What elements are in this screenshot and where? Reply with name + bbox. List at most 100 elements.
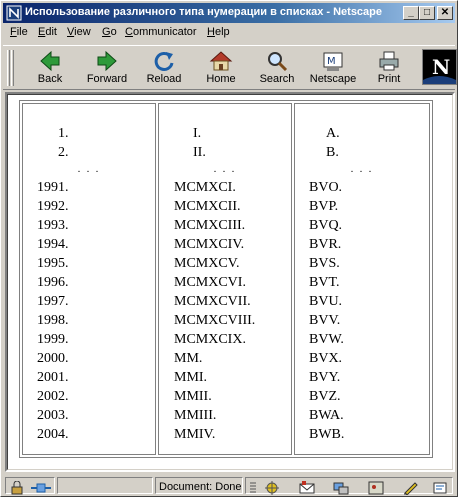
component-bar xyxy=(245,477,453,495)
list-item: I. xyxy=(193,126,202,141)
composer-icon[interactable] xyxy=(403,481,419,495)
menu-view[interactable]: View xyxy=(67,26,91,38)
status-text: Document: Done xyxy=(159,481,242,493)
connection-icon xyxy=(31,483,51,493)
roman-column: I. II. . . . MCMXCI. MCMXCII. MCMXCIII. MCMX… xyxy=(158,103,292,455)
print-label: Print xyxy=(377,73,401,85)
list-item: 2003. xyxy=(37,408,69,423)
alpha-column: A. B. . . . BVO. BVP. BVQ. BVR. BVS. BVT. BVU. B… xyxy=(294,103,430,455)
toolbar-grip[interactable] xyxy=(11,50,14,86)
security-panel xyxy=(5,477,55,495)
list-item: BVR. xyxy=(309,237,342,252)
navigator-icon[interactable] xyxy=(264,481,280,495)
search-button[interactable]: Search xyxy=(253,49,301,89)
menu-go[interactable]: Go xyxy=(102,26,117,38)
ellipsis: . . . xyxy=(77,164,101,175)
list-item: MMI. xyxy=(174,370,208,385)
help-icon[interactable] xyxy=(432,481,448,495)
home-icon xyxy=(209,51,233,71)
menu-file[interactable]: File xyxy=(10,26,28,38)
list-item: MCMXCI. xyxy=(174,180,236,195)
progress-panel xyxy=(57,477,153,494)
minimize-button[interactable]: _ xyxy=(403,6,419,20)
netscape-button[interactable]: M Netscape xyxy=(309,49,357,89)
page-content[interactable]: 1. 2. . . . 1991. 1992. 1993. 1994. 1995. 1996… xyxy=(5,92,455,472)
netscape-app-icon xyxy=(6,5,22,21)
component-bar-grip-icon[interactable] xyxy=(249,481,257,495)
list-item: 1. xyxy=(58,126,69,141)
list-item: 1995. xyxy=(37,256,69,271)
netscape-label: Netscape xyxy=(309,73,357,85)
list-item: BWA. xyxy=(309,408,344,423)
list-item: 2. xyxy=(58,145,69,160)
print-button[interactable]: Print xyxy=(365,49,413,89)
list-item: 2001. xyxy=(37,370,69,385)
address-book-icon[interactable] xyxy=(368,481,384,495)
list-item: II. xyxy=(193,145,206,160)
list-item: 2002. xyxy=(37,389,69,404)
mail-icon[interactable] xyxy=(299,481,315,495)
ellipsis: . . . xyxy=(350,164,374,175)
list-item: BWB. xyxy=(309,427,345,442)
reload-label: Reload xyxy=(146,73,182,85)
list-item: A. xyxy=(326,126,340,141)
list-item: 1994. xyxy=(37,237,69,252)
netscape-guide-icon: M xyxy=(323,52,343,71)
list-item: MCMXCIX. xyxy=(174,332,246,347)
list-item: 1998. xyxy=(37,313,69,328)
back-label: Back xyxy=(37,73,63,85)
list-item: MCMXCV. xyxy=(174,256,240,271)
list-item: MMIV. xyxy=(174,427,216,442)
list-item: MCMXCVII. xyxy=(174,294,251,309)
list-item: MCMXCIII. xyxy=(174,218,246,233)
arabic-column: 1. 2. . . . 1991. 1992. 1993. 1994. 1995. 1996… xyxy=(22,103,156,455)
discussion-icon[interactable] xyxy=(333,481,349,495)
list-item: BVU. xyxy=(309,294,343,309)
menu-bar: File Edit View Go Communicator Help xyxy=(3,24,455,43)
list-item: MCMXCVI. xyxy=(174,275,246,290)
list-item: BVQ. xyxy=(309,218,343,233)
list-item: 1992. xyxy=(37,199,69,214)
menu-edit[interactable]: Edit xyxy=(38,26,57,38)
list-item: BVT. xyxy=(309,275,340,290)
home-button[interactable]: Home xyxy=(197,49,245,89)
search-label: Search xyxy=(259,73,295,85)
status-bar: Document: Done xyxy=(3,475,455,495)
list-item: BVS. xyxy=(309,256,340,271)
forward-arrow-icon xyxy=(97,50,117,72)
printer-icon xyxy=(379,51,399,71)
back-button[interactable]: Back xyxy=(26,49,74,89)
list-item: MCMXCVIII. xyxy=(174,313,256,328)
forward-button[interactable]: Forward xyxy=(83,49,131,89)
status-text-panel: Document: Done xyxy=(155,477,243,494)
netscape-logo[interactable]: N xyxy=(422,49,457,85)
list-item: BVO. xyxy=(309,180,343,195)
close-button[interactable]: ✕ xyxy=(437,6,453,20)
list-item: BVZ. xyxy=(309,389,341,404)
search-icon xyxy=(268,52,288,72)
lock-icon[interactable] xyxy=(9,481,25,495)
list-item: 2000. xyxy=(37,351,69,366)
logo-letter: N xyxy=(432,55,450,79)
list-item: B. xyxy=(326,145,339,160)
list-item: 1996. xyxy=(37,275,69,290)
list-item: 1997. xyxy=(37,294,69,309)
toolbar-grip[interactable] xyxy=(7,50,10,86)
reload-button[interactable]: Reload xyxy=(140,49,188,89)
numbering-table: 1. 2. . . . 1991. 1992. 1993. 1994. 1995. 1996… xyxy=(19,100,433,458)
list-item: MCMXCIV. xyxy=(174,237,245,252)
menu-help[interactable]: Help xyxy=(207,26,230,38)
maximize-button[interactable]: □ xyxy=(419,6,435,20)
list-item: BVV. xyxy=(309,313,341,328)
list-item: BVX. xyxy=(309,351,343,366)
list-item: 1993. xyxy=(37,218,69,233)
list-item: BVW. xyxy=(309,332,344,347)
title-bar[interactable]: Использование различного типа нумерации … xyxy=(3,3,455,23)
list-item: MMIII. xyxy=(174,408,217,423)
list-item: 2004. xyxy=(37,427,69,442)
menu-communicator[interactable]: Communicator xyxy=(125,26,197,38)
list-item: 1991. xyxy=(37,180,69,195)
list-item: BVY. xyxy=(309,370,341,385)
ellipsis: . . . xyxy=(213,164,237,175)
navigation-toolbar: Back Forward Reload Home Search M Netsca… xyxy=(3,45,457,90)
